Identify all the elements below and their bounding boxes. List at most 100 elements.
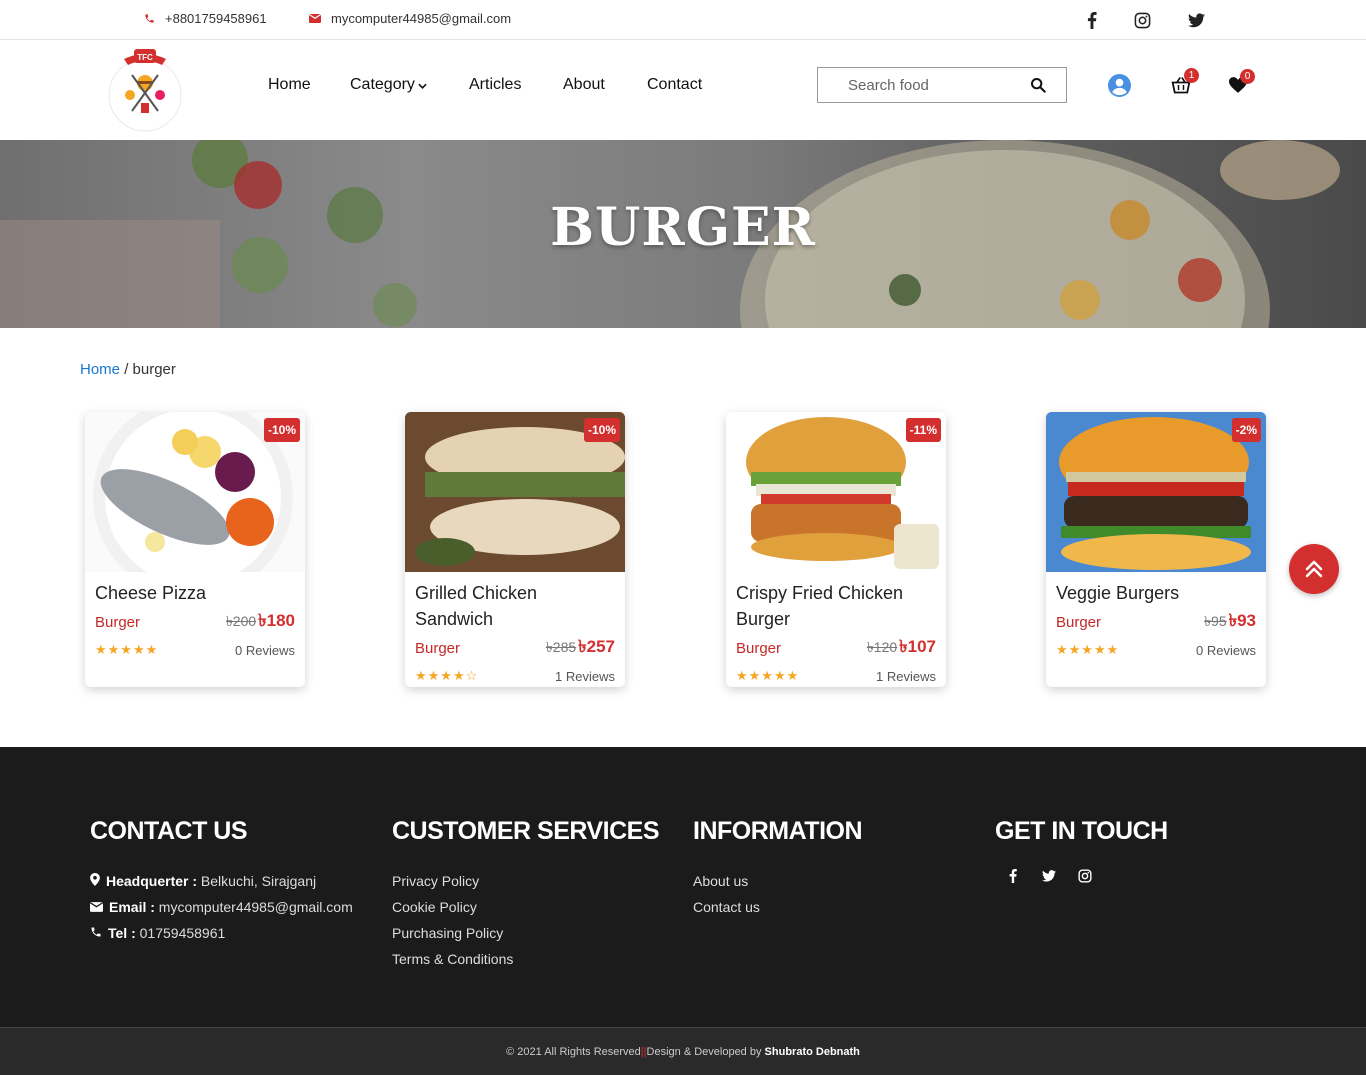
discount-badge: -11% xyxy=(905,418,941,442)
product-category: Burger xyxy=(95,613,141,631)
star-rating: ★★★★★ xyxy=(736,668,800,683)
review-count: 0 Reviews xyxy=(1196,642,1256,658)
product-name[interactable]: Veggie Burgers xyxy=(1056,580,1256,606)
product-old-price: ৳200 xyxy=(225,613,257,629)
discount-badge: -10% xyxy=(583,418,620,442)
email-label: Email : xyxy=(109,899,155,915)
copyright-author[interactable]: Shubrato Debnath xyxy=(765,1046,860,1058)
envelope-icon xyxy=(309,13,321,24)
cart-count-badge: 1 xyxy=(1184,68,1199,83)
twitter-icon[interactable] xyxy=(1186,10,1206,30)
hero-title: BURGER xyxy=(550,197,816,258)
footer-services-title: CUSTOMER SERVICES xyxy=(392,817,660,845)
product-name[interactable]: Grilled Chicken Sandwich xyxy=(415,580,615,632)
product-image[interactable]: -2% xyxy=(1046,412,1266,572)
product-price: ৳257 xyxy=(578,637,615,656)
headquarter-label: Headquerter : xyxy=(106,873,198,889)
cart-button[interactable]: 1 xyxy=(1171,68,1199,99)
footer-tel: Tel : 01759458961 xyxy=(90,920,353,946)
product-price: ৳93 xyxy=(1228,611,1256,630)
footer-link-cookie[interactable]: Cookie Policy xyxy=(392,894,659,920)
discount-badge: -10% xyxy=(263,418,300,442)
double-chevron-up-icon xyxy=(1305,560,1323,578)
review-count: 1 Reviews xyxy=(876,668,936,684)
map-marker-icon xyxy=(90,868,100,894)
footer-link-purchasing[interactable]: Purchasing Policy xyxy=(392,920,659,946)
copyright-design-text: Design & Developed by xyxy=(646,1046,762,1058)
phone-icon xyxy=(90,920,102,946)
product-card[interactable]: -11% Crispy Fried Chicken Burger Burger … xyxy=(726,412,946,687)
footer-email: Email : mycomputer44985@gmail.com xyxy=(90,894,353,920)
footer-link-contact[interactable]: Contact us xyxy=(693,894,862,920)
headquarter-value: Belkuchi, Sirajganj xyxy=(200,873,317,889)
chevron-down-icon xyxy=(418,76,427,94)
footer-touch-title: GET IN TOUCH xyxy=(995,817,1168,845)
footer-services-column: CUSTOMER SERVICES Privacy Policy Cookie … xyxy=(392,817,660,972)
topbar-email: mycomputer44985@gmail.com xyxy=(309,11,511,26)
product-category: Burger xyxy=(1056,613,1102,631)
footer-headquarter: Headquerter : Belkuchi, Sirajganj xyxy=(90,868,353,894)
main-header: TFC Home Category Articles About Contact… xyxy=(0,40,1366,140)
site-footer: CONTACT US Headquerter : Belkuchi, Siraj… xyxy=(0,747,1366,1027)
search-box xyxy=(817,67,1067,103)
footer-link-about[interactable]: About us xyxy=(693,868,862,894)
product-name[interactable]: Cheese Pizza xyxy=(95,580,295,606)
wishlist-count-badge: 0 xyxy=(1240,69,1255,84)
nav-home[interactable]: Home xyxy=(268,76,311,94)
wishlist-button[interactable]: 0 xyxy=(1229,69,1255,98)
footer-contact-title: CONTACT US xyxy=(90,817,248,845)
product-card[interactable]: -2% Veggie Burgers Burger ৳95 ৳93 ★★★★★ 0 … xyxy=(1046,412,1266,687)
product-old-price: ৳95 xyxy=(1204,613,1227,629)
footer-link-terms[interactable]: Terms & Conditions xyxy=(392,946,659,972)
copyright-text: © 2021 All Rights Reserved xyxy=(506,1046,641,1058)
breadcrumb-current: / burger xyxy=(124,361,176,378)
topbar-phone: +8801759458961 xyxy=(143,11,267,26)
footer-information-column: INFORMATION About us Contact us xyxy=(693,817,863,920)
topbar-phone-text: +8801759458961 xyxy=(165,11,267,26)
footer-contact-column: CONTACT US Headquerter : Belkuchi, Siraj… xyxy=(90,817,353,946)
product-old-price: ৳120 xyxy=(866,639,898,655)
user-icon[interactable] xyxy=(1108,74,1131,102)
email-value[interactable]: mycomputer44985@gmail.com xyxy=(159,899,353,915)
product-category: Burger xyxy=(736,639,782,657)
review-count: 0 Reviews xyxy=(235,642,295,658)
twitter-icon[interactable] xyxy=(1041,868,1057,884)
envelope-icon xyxy=(90,894,103,920)
site-logo[interactable]: TFC xyxy=(104,45,186,137)
product-old-price: ৳285 xyxy=(545,639,577,655)
nav-category-label: Category xyxy=(350,76,415,94)
product-image[interactable]: -10% xyxy=(405,412,625,572)
phone-icon xyxy=(143,13,155,24)
nav-articles[interactable]: Articles xyxy=(469,76,521,94)
product-image[interactable]: -11% xyxy=(726,412,946,572)
tel-value[interactable]: 01759458961 xyxy=(140,925,226,941)
product-price: ৳107 xyxy=(899,637,936,656)
product-category: Burger xyxy=(415,639,461,657)
breadcrumb: Home / burger xyxy=(80,361,176,378)
logo-top-text: TFC xyxy=(137,53,153,62)
tel-label: Tel : xyxy=(108,925,136,941)
scroll-to-top-button[interactable] xyxy=(1289,544,1339,594)
product-image[interactable]: -10% xyxy=(85,412,305,572)
product-name[interactable]: Crispy Fried Chicken Burger xyxy=(736,580,926,632)
discount-badge: -2% xyxy=(1231,418,1261,442)
nav-category[interactable]: Category xyxy=(350,76,427,94)
product-card[interactable]: -10% Cheese Pizza Burger ৳200 ৳180 ★★★★★ 0… xyxy=(85,412,305,687)
footer-touch-column: GET IN TOUCH xyxy=(995,817,1168,884)
nav-about[interactable]: About xyxy=(563,76,605,94)
topbar-email-text: mycomputer44985@gmail.com xyxy=(331,11,512,26)
facebook-icon[interactable] xyxy=(1082,10,1102,30)
facebook-icon[interactable] xyxy=(1005,868,1021,884)
product-card[interactable]: -10% Grilled Chicken Sandwich Burger ৳28… xyxy=(405,412,625,687)
star-rating: ★★★★★ xyxy=(95,642,159,657)
star-rating: ★★★★☆ xyxy=(415,668,479,683)
product-price: ৳180 xyxy=(258,611,295,630)
top-bar: +8801759458961 mycomputer44985@gmail.com xyxy=(0,0,1366,40)
footer-link-privacy[interactable]: Privacy Policy xyxy=(392,868,659,894)
breadcrumb-home-link[interactable]: Home xyxy=(80,361,120,378)
nav-contact[interactable]: Contact xyxy=(647,76,702,94)
search-input[interactable] xyxy=(818,76,1018,94)
instagram-icon[interactable] xyxy=(1132,10,1152,30)
instagram-icon[interactable] xyxy=(1077,868,1093,884)
search-icon[interactable] xyxy=(1030,77,1048,95)
